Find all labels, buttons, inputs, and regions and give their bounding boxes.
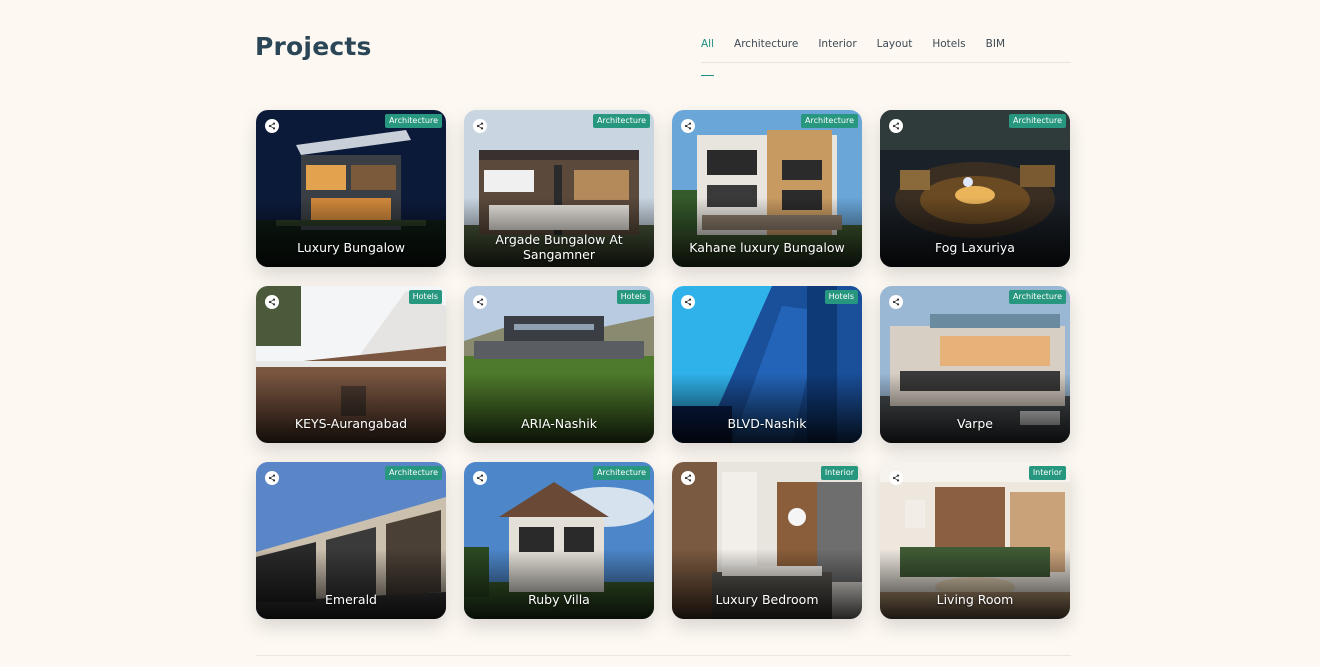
category-badge: Interior — [1028, 466, 1066, 480]
tab-bim[interactable]: BIM — [986, 36, 1005, 62]
category-badge: Hotels — [824, 290, 858, 304]
category-badge: Hotels — [408, 290, 442, 304]
project-title: Luxury Bedroom — [715, 591, 819, 607]
tab-architecture[interactable]: Architecture — [734, 36, 798, 62]
project-title: Varpe — [956, 415, 993, 431]
category-badge: Architecture — [1009, 290, 1066, 304]
project-card[interactable]: Interior Living Room — [880, 462, 1070, 619]
footer-divider — [256, 655, 1071, 656]
project-title: Kahane luxury Bungalow — [689, 239, 845, 255]
share-icon[interactable] — [265, 119, 279, 133]
share-icon[interactable] — [473, 295, 487, 309]
project-title: Ruby Villa — [528, 591, 590, 607]
project-title: BLVD-Nashik — [727, 415, 807, 431]
project-title: Fog Laxuriya — [935, 239, 1015, 255]
share-icon[interactable] — [473, 471, 487, 485]
project-card[interactable]: Architecture Fog Laxuriya — [880, 110, 1070, 267]
project-title: ARIA-Nashik — [521, 415, 597, 431]
category-badge: Architecture — [593, 114, 650, 128]
tab-layout[interactable]: Layout — [877, 36, 913, 62]
share-icon[interactable] — [265, 471, 279, 485]
tab-hotels[interactable]: Hotels — [932, 36, 965, 62]
share-icon[interactable] — [889, 295, 903, 309]
project-title: Argade Bungalow At Sangamner — [495, 232, 623, 262]
share-icon[interactable] — [889, 119, 903, 133]
category-badge: Interior — [820, 466, 858, 480]
project-card[interactable]: Hotels ARIA-Nashik — [464, 286, 654, 443]
share-icon[interactable] — [889, 471, 903, 485]
category-badge: Architecture — [1009, 114, 1066, 128]
project-card[interactable]: Interior Luxury Bedroom — [672, 462, 862, 619]
category-badge: Architecture — [385, 114, 442, 128]
share-icon[interactable] — [681, 471, 695, 485]
projects-grid: Architecture Luxury Bungalow Architectur… — [256, 110, 1070, 619]
project-card[interactable]: Architecture Luxury Bungalow — [256, 110, 446, 267]
tab-all[interactable]: All — [701, 36, 715, 76]
tab-interior[interactable]: Interior — [818, 36, 856, 62]
share-icon[interactable] — [265, 295, 279, 309]
project-card[interactable]: Architecture Emerald — [256, 462, 446, 619]
project-card[interactable]: Hotels BLVD-Nashik — [672, 286, 862, 443]
category-badge: Architecture — [593, 466, 650, 480]
project-title: Living Room — [936, 591, 1014, 607]
category-badge: Hotels — [616, 290, 650, 304]
project-card[interactable]: Architecture Ruby Villa — [464, 462, 654, 619]
project-card[interactable]: Hotels KEYS-Aurangabad — [256, 286, 446, 443]
category-filter-tabs: All Architecture Interior Layout Hotels … — [701, 36, 1071, 76]
project-card[interactable]: Architecture Varpe — [880, 286, 1070, 443]
project-title: Luxury Bungalow — [297, 239, 405, 255]
share-icon[interactable] — [681, 119, 695, 133]
category-badge: Architecture — [385, 466, 442, 480]
project-card[interactable]: Architecture Kahane luxury Bungalow — [672, 110, 862, 267]
share-icon[interactable] — [681, 295, 695, 309]
page-title: Projects — [255, 32, 372, 61]
project-title: Emerald — [325, 591, 377, 607]
project-card[interactable]: Architecture Argade Bungalow At Sangamne… — [464, 110, 654, 267]
share-icon[interactable] — [473, 119, 487, 133]
category-badge: Architecture — [801, 114, 858, 128]
projects-page: Projects All Architecture Interior Layou… — [0, 0, 1320, 667]
project-title: KEYS-Aurangabad — [294, 415, 408, 431]
